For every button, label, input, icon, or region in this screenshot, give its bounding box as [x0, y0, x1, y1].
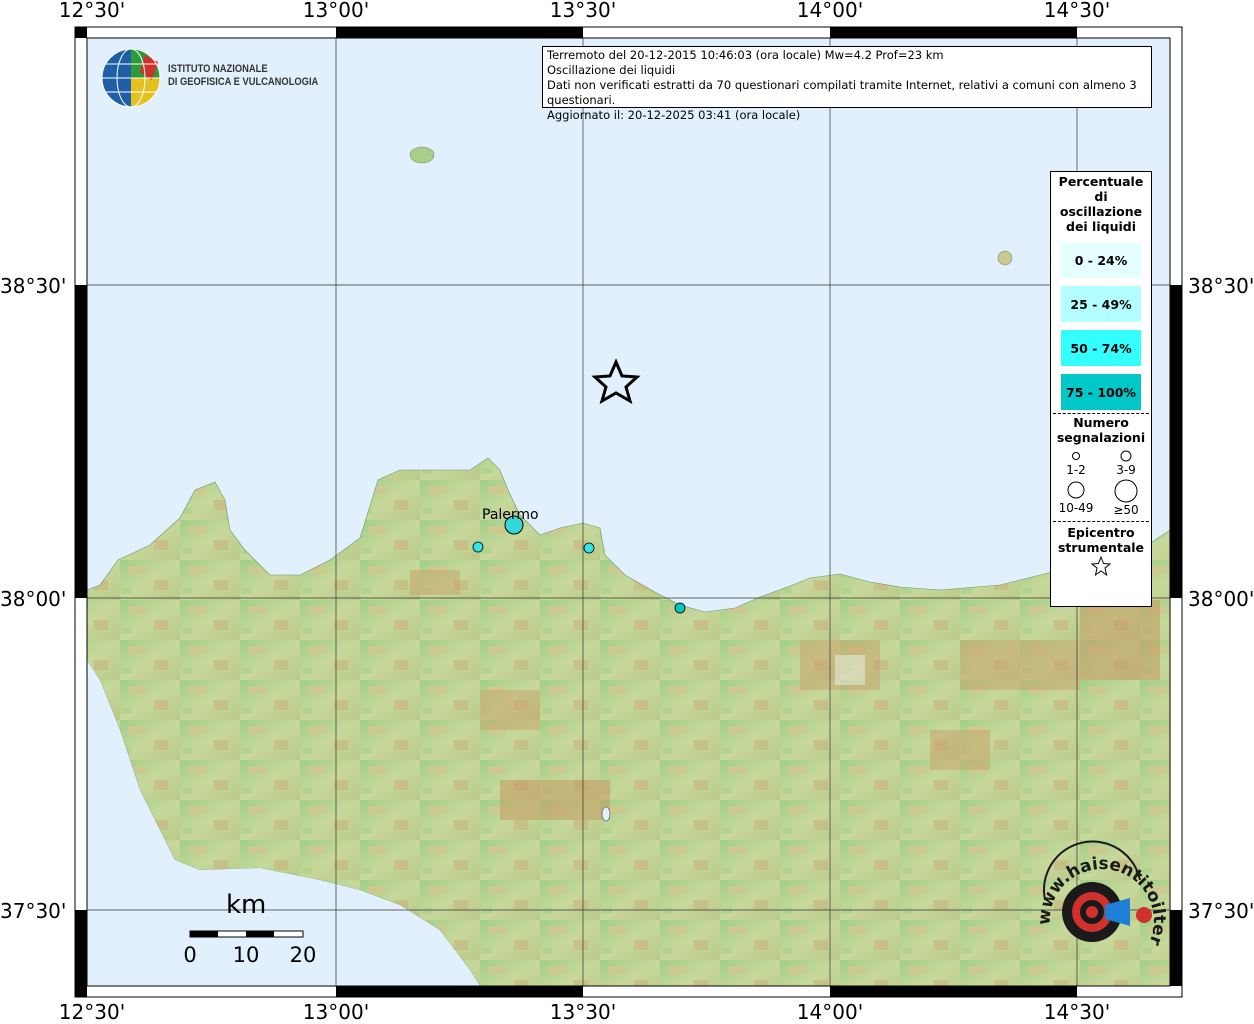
legend-class-3: 50 - 74% [1061, 330, 1141, 366]
scale-unit: km [226, 890, 267, 920]
circle-medium-icon [1120, 450, 1132, 462]
lon-top-5: 14°30' [1043, 0, 1111, 22]
legend-count-title: Numero segnalazioni [1056, 415, 1146, 445]
circle-xlarge-icon [1114, 479, 1138, 503]
island-alicudi [997, 250, 1013, 266]
lon-top-3: 13°30' [549, 0, 617, 22]
lon-bottom-1: 12°30' [58, 1000, 126, 1024]
legend-size-1-label: 1-2 [1066, 463, 1086, 477]
station-termini [674, 602, 686, 614]
lon-top-1: 12°30' [58, 0, 126, 22]
lon-bottom-3: 13°30' [549, 1000, 617, 1024]
legend-class-2: 25 - 49% [1061, 286, 1141, 322]
lon-top-4: 14°00' [796, 0, 864, 22]
lake [601, 806, 611, 822]
epicenter-legend-star-icon [1090, 555, 1112, 577]
event-line: Terremoto del 20-12-2015 10:46:03 (ora l… [547, 48, 944, 62]
lat-left-3: 37°30' [0, 899, 67, 923]
lon-bottom-4: 14°00' [796, 1000, 864, 1024]
event-info-box: Terremoto del 20-12-2015 10:46:03 (ora l… [542, 46, 1152, 122]
lon-bottom-2: 13°00' [302, 1000, 370, 1024]
legend-epicenter-title: Epicentro strumentale [1057, 525, 1145, 555]
scale-tick-0: 0 [183, 943, 197, 967]
legend-size-2-label: 3-9 [1116, 463, 1136, 477]
island-ustica [409, 146, 435, 164]
lon-bottom-5: 14°30' [1043, 1000, 1111, 1024]
legend-divider-2 [1053, 521, 1149, 522]
station-bagheria [583, 542, 595, 554]
ingv-line1: ISTITUTO NAZIONALE [168, 63, 268, 75]
watermark-text: www.haisentitoilterremoto.it [1030, 855, 1169, 949]
lon-top-2: 13°00' [302, 0, 370, 22]
ingv-line2: DI GEOFISICA E VULCANOLOGIA [168, 76, 319, 88]
scale-tick-20: 20 [289, 943, 317, 967]
legend-size-2: 3-9 [1101, 449, 1151, 477]
lat-right-1: 38°30' [1188, 274, 1254, 298]
legend-divider [1053, 413, 1149, 414]
legend-size-1: 1-2 [1051, 449, 1101, 477]
watermark[interactable]: www.haisentitoilterremoto.it [1030, 855, 1170, 975]
lat-left-1: 38°30' [0, 274, 67, 298]
legend-size-4-label: ≥50 [1113, 503, 1139, 517]
legend-size-3-label: 10-49 [1058, 501, 1094, 515]
legend: Percentuale di oscillazione dei liquidi … [1050, 171, 1152, 607]
ingv-name: ISTITUTO NAZIONALE DI GEOFISICA E VULCAN… [168, 63, 318, 89]
legend-title: Percentuale di oscillazione dei liquidi [1058, 174, 1144, 234]
station-monreale [472, 541, 484, 553]
legend-size-3: 10-49 [1051, 479, 1101, 517]
lat-right-3: 37°30' [1188, 899, 1254, 923]
watermark-textpath: www.haisentitoilterremoto.it [1030, 855, 1169, 949]
updated-line: Aggiornato il: 20-12-2025 03:41 (ora loc… [547, 108, 801, 122]
legend-count-sizes: 1-2 3-9 10-49 ≥50 [1051, 449, 1151, 517]
scale-bar [189, 930, 304, 938]
circle-small-icon [1072, 452, 1080, 460]
city-label-palermo: Palermo [482, 507, 539, 523]
parameter-line: Oscillazione dei liquidi [547, 63, 676, 77]
lat-right-2: 38°00' [1188, 587, 1254, 611]
legend-class-1: 0 - 24% [1061, 242, 1141, 278]
scale-tick-10: 10 [232, 943, 260, 967]
source-line: Dati non verificati estratti da 70 quest… [547, 78, 1137, 107]
ingv-logo-icon [101, 48, 161, 108]
legend-size-4: ≥50 [1101, 479, 1151, 517]
circle-large-icon [1067, 481, 1085, 499]
legend-class-4: 75 - 100% [1061, 374, 1141, 410]
lat-left-2: 38°00' [0, 587, 67, 611]
